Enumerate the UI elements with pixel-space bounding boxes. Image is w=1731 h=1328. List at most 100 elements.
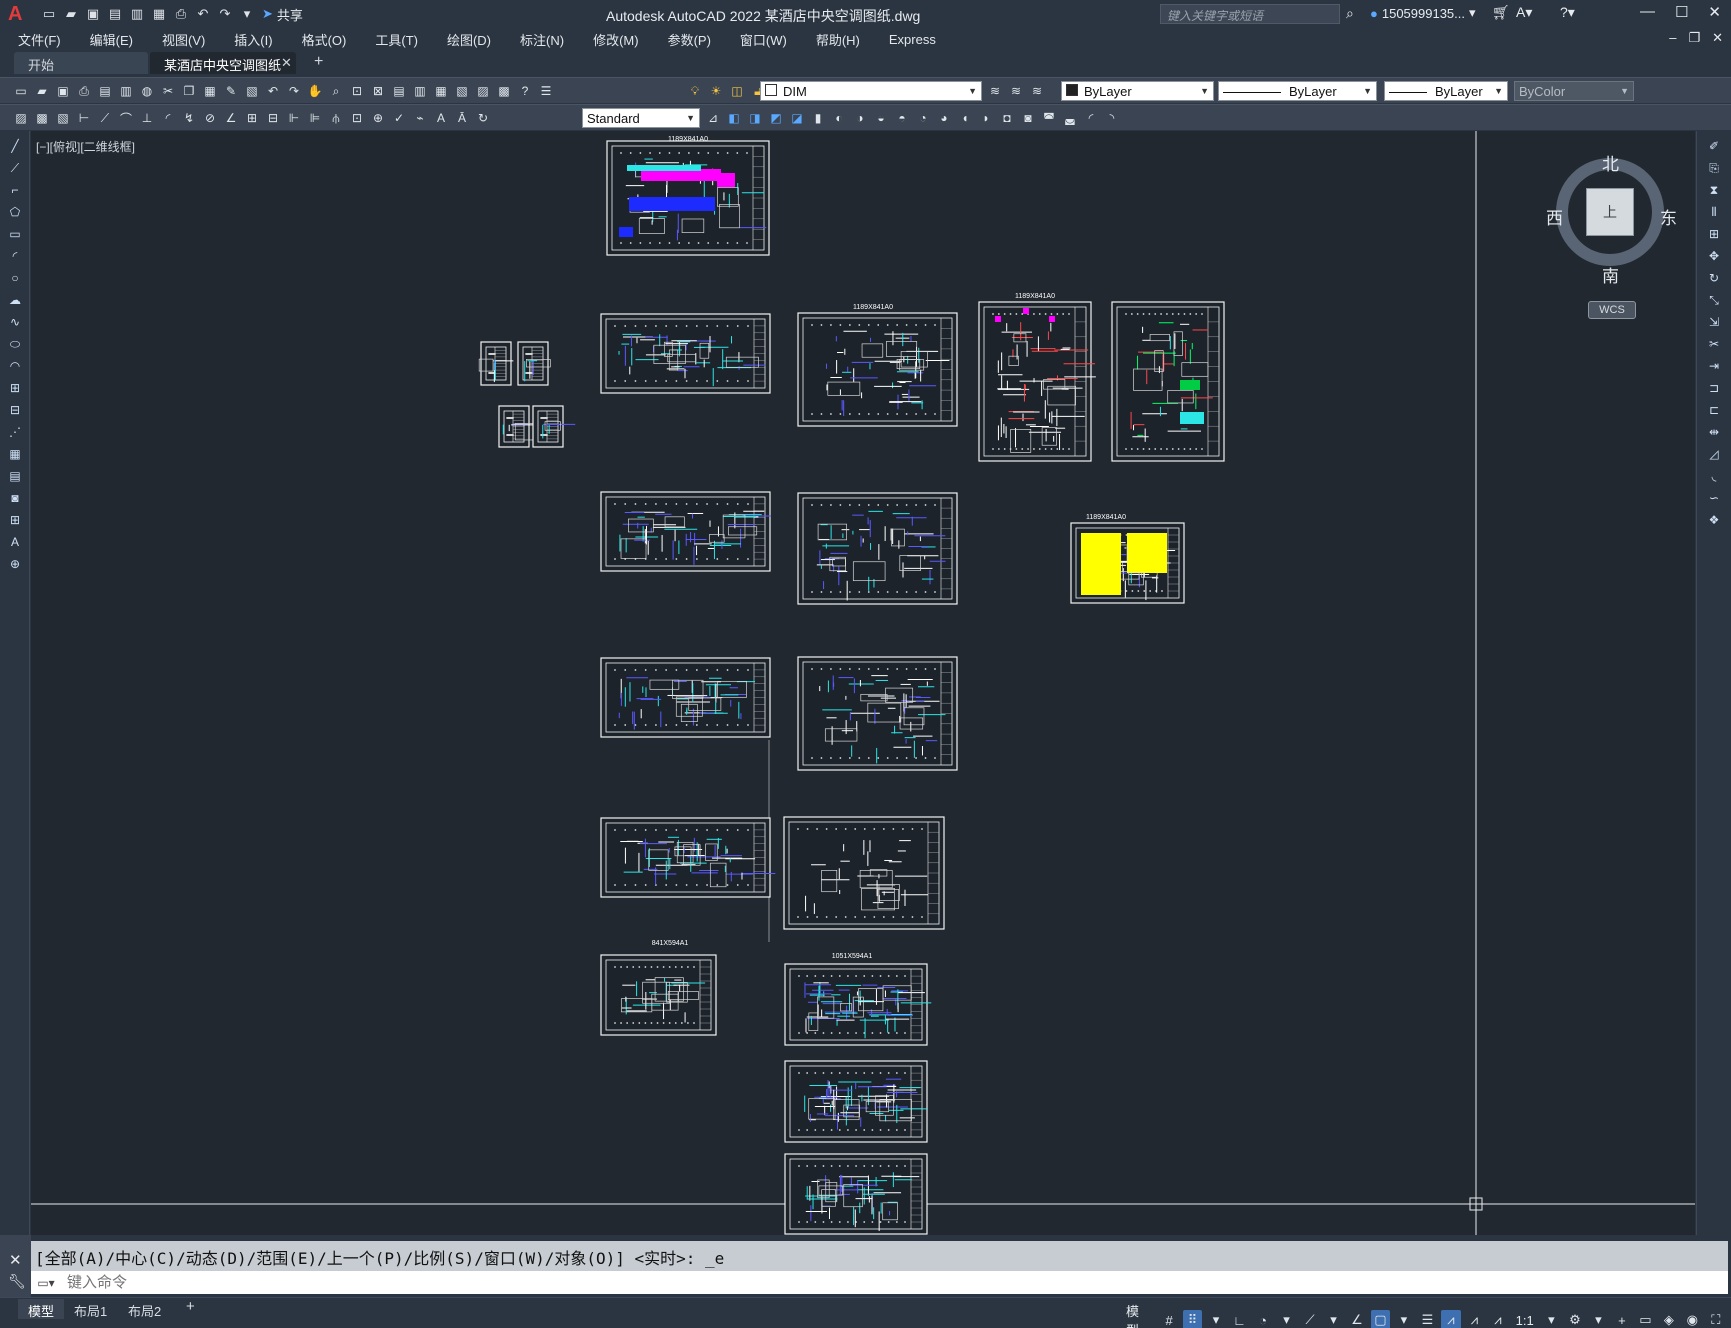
lineweight-icon[interactable]: ☰	[1418, 1310, 1437, 1328]
isometric-icon[interactable]: ⟋	[1300, 1310, 1319, 1328]
save-icon[interactable]: ▣	[84, 6, 102, 22]
circle-icon[interactable]: ○	[5, 269, 25, 287]
properties-icon[interactable]: ▤	[390, 82, 408, 100]
linear-dim-icon[interactable]: ⊢	[75, 109, 93, 127]
annotation-monitor-icon[interactable]: +	[1612, 1310, 1631, 1328]
menu-file[interactable]: 文件(F)	[0, 30, 72, 49]
area-icon[interactable]: ▩	[33, 109, 51, 127]
doc-minimize-icon[interactable]: –	[1669, 30, 1676, 46]
viewcube[interactable]: 上 北 南 东 西	[1546, 148, 1677, 286]
polar-icon[interactable]: ◔	[1253, 1310, 1272, 1328]
baseline-icon[interactable]: ⊟	[264, 109, 282, 127]
mtext-icon[interactable]: A	[5, 533, 25, 551]
add-layout-icon[interactable]: +	[176, 1296, 205, 1316]
save-web-icon[interactable]: ▦	[150, 6, 168, 22]
region-icon[interactable]: ◙	[5, 489, 25, 507]
tab-start[interactable]: 开始	[14, 52, 148, 74]
3d-union-icon[interactable]: ◩	[767, 109, 785, 127]
open-file-icon[interactable]: ▰	[62, 6, 80, 22]
revolve-icon[interactable]: ◐	[830, 109, 848, 127]
line-icon[interactable]: ╱	[5, 137, 25, 155]
qnew-icon[interactable]: ▭	[12, 82, 30, 100]
arc-icon[interactable]: ◜	[5, 247, 25, 265]
menu-dimension[interactable]: 标注(N)	[502, 30, 575, 49]
chamfer-icon[interactable]: ◿	[1704, 445, 1724, 463]
units-icon[interactable]: ▭	[1636, 1310, 1655, 1328]
gradient-icon[interactable]: ▤	[5, 467, 25, 485]
add-selected-icon[interactable]: ⊕	[5, 555, 25, 573]
close-icon[interactable]: ✕	[1708, 3, 1721, 21]
viewcube-top-face[interactable]: 上	[1586, 188, 1634, 236]
polygon-icon[interactable]: ⬠	[5, 203, 25, 221]
menu-modify[interactable]: 修改(M)	[575, 30, 650, 49]
chevron-down-icon[interactable]: ▾	[1206, 1310, 1225, 1328]
spline-icon[interactable]: ∿	[5, 313, 25, 331]
object-track-icon[interactable]: ∠	[1347, 1310, 1366, 1328]
chevron-down-icon[interactable]: ▾	[1277, 1310, 1296, 1328]
match-properties-icon[interactable]: ✎	[222, 82, 240, 100]
space-icon[interactable]: ⊫	[306, 109, 324, 127]
3d-box-icon[interactable]: ◧	[725, 109, 743, 127]
stretch-icon[interactable]: ⇲	[1704, 313, 1724, 331]
revision-cloud-icon[interactable]: ☁	[5, 291, 25, 309]
menu-window[interactable]: 窗口(W)	[722, 30, 798, 49]
layer-iso-icon[interactable]: ≋	[1028, 82, 1046, 100]
layer-vp-thaw-icon[interactable]: ◫	[728, 82, 746, 100]
menu-parametric[interactable]: 参数(P)	[650, 30, 722, 49]
auto-scale-icon[interactable]: ⩘	[1465, 1310, 1484, 1328]
offset-icon[interactable]: ⫴	[1704, 203, 1724, 221]
menu-insert[interactable]: 插入(I)	[216, 30, 283, 49]
insert-block-icon[interactable]: ⊞	[5, 379, 25, 397]
rotate-icon[interactable]: ↻	[1704, 269, 1724, 287]
annotation-scale-icon[interactable]: ⩘	[1488, 1310, 1507, 1328]
fillet-icon[interactable]: ◟	[1704, 467, 1724, 485]
trim-icon[interactable]: ✂	[1704, 335, 1724, 353]
search-input[interactable]: 键入关键字或短语	[1160, 4, 1340, 24]
chamfer-edge-icon[interactable]: ◘	[998, 109, 1016, 127]
shell-icon[interactable]: ◖	[956, 109, 974, 127]
close-command-line-icon[interactable]: ✕	[9, 1251, 22, 1269]
color-dropdown[interactable]: ByLayer ▼	[1061, 81, 1214, 101]
ordinate-icon[interactable]: ⊥	[138, 109, 156, 127]
markup-icon[interactable]: ▨	[474, 82, 492, 100]
linetype-dropdown[interactable]: ByLayer ▼	[1218, 81, 1377, 101]
workspace-gear-icon[interactable]: ⚙	[1565, 1310, 1584, 1328]
construction-line-icon[interactable]: ⟋	[5, 159, 25, 177]
menu-help[interactable]: 帮助(H)	[798, 30, 871, 49]
redo-icon[interactable]: ↷	[285, 82, 303, 100]
zoom-window-icon[interactable]: ⊡	[348, 82, 366, 100]
check-icon[interactable]: ◝	[1103, 109, 1121, 127]
calculator-icon[interactable]: ▩	[495, 82, 513, 100]
zoom-previous-icon[interactable]: ⊠	[369, 82, 387, 100]
inspection-icon[interactable]: ✓	[390, 109, 408, 127]
imprint-icon[interactable]: ◛	[1061, 109, 1079, 127]
layer-properties-icon[interactable]: ☰	[537, 82, 555, 100]
autodesk-app-icon[interactable]: A▾	[1516, 4, 1532, 21]
scale-icon[interactable]: ⤡	[1704, 291, 1724, 309]
center-mark-icon[interactable]: ⊕	[369, 109, 387, 127]
point-icon[interactable]: ⋰	[5, 423, 25, 441]
minimize-icon[interactable]: —	[1640, 3, 1655, 21]
tab-model[interactable]: 模型	[18, 1299, 65, 1319]
maximize-icon[interactable]: ☐	[1675, 3, 1688, 21]
aligned-dim-icon[interactable]: ⟋	[96, 109, 114, 127]
design-center-icon[interactable]: ▥	[411, 82, 429, 100]
region-icon[interactable]: ▧	[54, 109, 72, 127]
ellipse-arc-icon[interactable]: ◠	[5, 357, 25, 375]
isolate-objects-icon[interactable]: ◈	[1659, 1310, 1678, 1328]
hardware-accel-icon[interactable]: ◉	[1683, 1310, 1702, 1328]
menu-format[interactable]: 格式(O)	[284, 30, 358, 49]
save-as-icon[interactable]: ▤	[106, 6, 124, 22]
interfere-icon[interactable]: ◙	[1019, 109, 1037, 127]
paste-icon[interactable]: ▦	[201, 82, 219, 100]
command-input[interactable]	[67, 1274, 967, 1291]
open-web-icon[interactable]: ▥	[128, 6, 146, 22]
thicken-icon[interactable]: ◚	[1040, 109, 1058, 127]
wcs-menu-button[interactable]: WCS	[1588, 301, 1636, 319]
jogged-linear-icon[interactable]: ⌁	[411, 109, 429, 127]
make-block-icon[interactable]: ⊟	[5, 401, 25, 419]
chevron-down-icon[interactable]: ▾	[1589, 1310, 1608, 1328]
sheet-set-icon[interactable]: ▧	[453, 82, 471, 100]
cut-icon[interactable]: ✂	[159, 82, 177, 100]
separate-icon[interactable]: ◜	[1082, 109, 1100, 127]
